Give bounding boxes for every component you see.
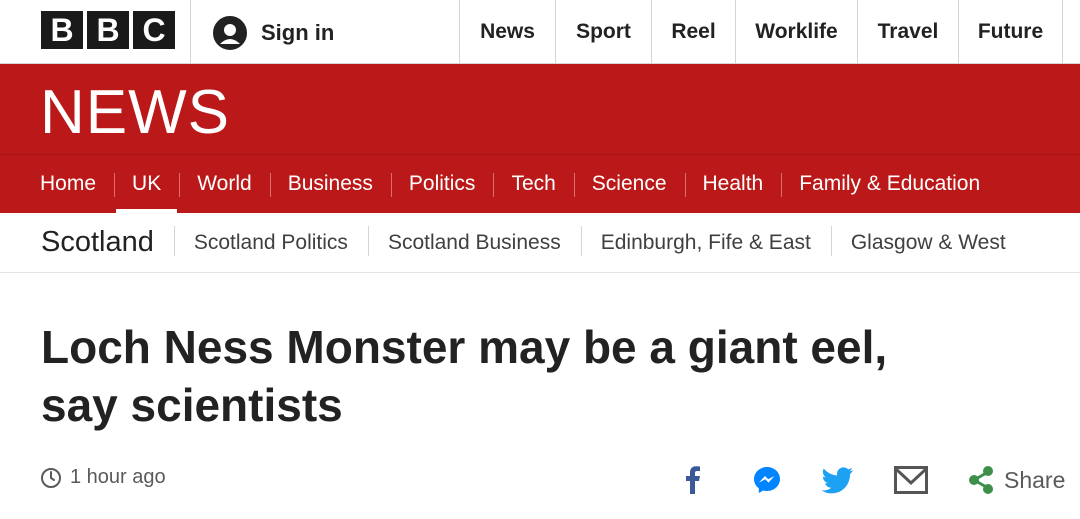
section-title[interactable]: Scotland (0, 226, 174, 259)
global-nav-divider (1062, 0, 1080, 64)
facebook-icon[interactable] (678, 466, 708, 494)
article-timestamp: 1 hour ago (70, 466, 166, 488)
nav-item-family-education[interactable]: Family & Education (781, 155, 998, 213)
global-nav: News Sport Reel Worklife Travel Future (459, 0, 1080, 64)
bbc-logo[interactable]: B B C (41, 11, 175, 49)
global-nav-worklife[interactable]: Worklife (735, 0, 857, 64)
user-icon (213, 16, 247, 50)
article-meta: 1 hour ago (40, 466, 166, 489)
share-icon (969, 466, 993, 494)
global-nav-sport[interactable]: Sport (555, 0, 651, 64)
headline-line: Loch Ness Monster may be a giant eel, (41, 321, 888, 373)
bbc-logo-block: C (133, 11, 175, 49)
nav-item-world[interactable]: World (179, 155, 269, 213)
nav-item-business[interactable]: Business (269, 155, 391, 213)
nav-item-politics[interactable]: Politics (390, 155, 494, 213)
global-nav-future[interactable]: Future (958, 0, 1062, 64)
global-nav-travel[interactable]: Travel (857, 0, 958, 64)
headline-line: say scientists (41, 379, 343, 431)
bbc-logo-block: B (41, 11, 83, 49)
section-subnav: Scotland Scotland Politics Scotland Busi… (0, 213, 1080, 273)
global-nav-reel[interactable]: Reel (651, 0, 735, 64)
subnav-item-edinburgh-fife-east[interactable]: Edinburgh, Fife & East (580, 225, 831, 256)
share-label: Share (1004, 466, 1066, 493)
clock-icon (41, 467, 61, 488)
nav-item-science[interactable]: Science (573, 155, 685, 213)
share-button[interactable]: Share (968, 466, 1065, 494)
subnav-item-scotland-business[interactable]: Scotland Business (367, 225, 581, 256)
subnav-item-scotland-politics[interactable]: Scotland Politics (173, 225, 368, 256)
sign-in-label: Sign in (261, 20, 335, 45)
article-headline: Loch Ness Monster may be a giant eel, sa… (41, 318, 1041, 434)
share-tools: Share (678, 460, 1065, 500)
global-header: B B C Sign in News Sport Reel Worklife T… (0, 0, 1080, 64)
news-nav: Home UK World Business Politics Tech Sci… (0, 155, 998, 213)
nav-item-uk[interactable]: UK (114, 155, 179, 213)
subnav-item-glasgow-west[interactable]: Glasgow & West (830, 225, 1026, 256)
news-logo[interactable]: NEWS (40, 82, 230, 144)
bbc-logo-block: B (87, 11, 129, 49)
news-banner: NEWS Home UK World Business Politics Tec… (0, 64, 1080, 213)
messenger-icon[interactable] (752, 465, 782, 495)
nav-item-health[interactable]: Health (684, 155, 782, 213)
nav-item-home[interactable]: Home (0, 155, 114, 213)
twitter-icon[interactable] (822, 466, 854, 494)
header-divider (190, 0, 191, 64)
email-icon[interactable] (894, 466, 928, 494)
global-nav-news[interactable]: News (459, 0, 555, 64)
sign-in-button[interactable]: Sign in (213, 16, 334, 50)
nav-item-tech[interactable]: Tech (493, 155, 573, 213)
